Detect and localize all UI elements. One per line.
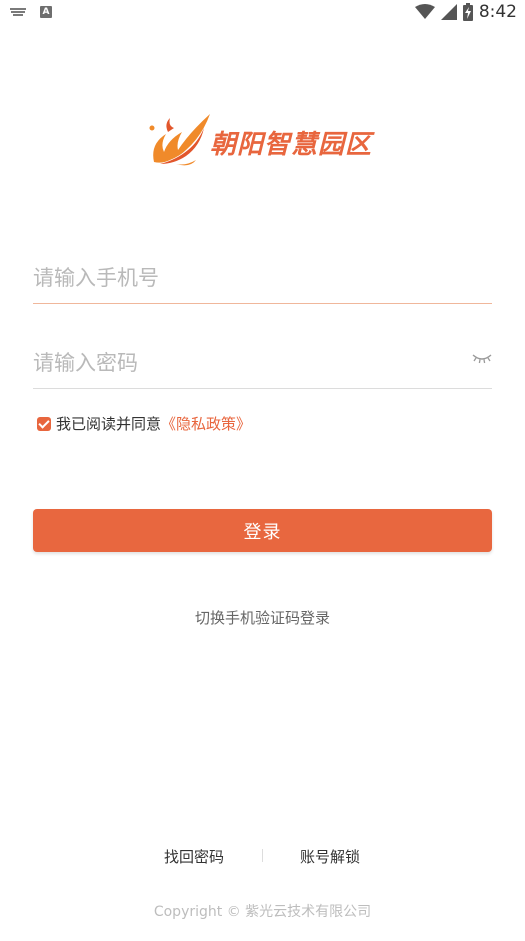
switch-sms-login-link: 切换手机验证码登录: [0, 607, 525, 628]
battery-icon: [462, 3, 473, 21]
status-left: A: [10, 6, 52, 18]
clock: 8:42: [478, 2, 517, 22]
footer-divider: [262, 849, 263, 862]
privacy-policy-link[interactable]: 《隐私政策》: [161, 413, 251, 434]
agreement-text: 我已阅读并同意: [56, 415, 162, 433]
status-right: 8:42: [414, 2, 517, 22]
agreement-checkbox[interactable]: [37, 416, 51, 431]
phone-underline: [33, 303, 492, 304]
phoenix-logo-icon: [149, 114, 210, 166]
copyright-text: Copyright © 紫光云技术有限公司: [153, 904, 372, 920]
eye-closed-icon[interactable]: [472, 351, 492, 365]
phone-input[interactable]: [33, 258, 453, 298]
signal-icon: [440, 4, 457, 20]
password-underline: [33, 388, 492, 389]
wifi-icon: [414, 4, 435, 19]
phone-field: [33, 258, 492, 304]
logo-text: 朝阳智慧园区: [210, 130, 373, 160]
password-field: [33, 343, 492, 389]
a-notification-icon: A: [40, 6, 52, 18]
footer-links: 找回密码 账号解锁: [0, 846, 525, 866]
agreement-row: 我已阅读并同意 《隐私政策》: [37, 413, 251, 434]
unlock-account-link[interactable]: 账号解锁: [300, 846, 360, 867]
switch-sms-login-label[interactable]: 切换手机验证码登录: [195, 609, 330, 627]
status-bar: A 8:42: [0, 0, 525, 28]
app-logo: 朝阳智慧园区: [146, 110, 386, 172]
find-password-link[interactable]: 找回密码: [164, 846, 224, 867]
keyboard-icon: [10, 7, 26, 17]
login-button[interactable]: 登录: [33, 509, 492, 552]
password-input[interactable]: [33, 343, 453, 383]
